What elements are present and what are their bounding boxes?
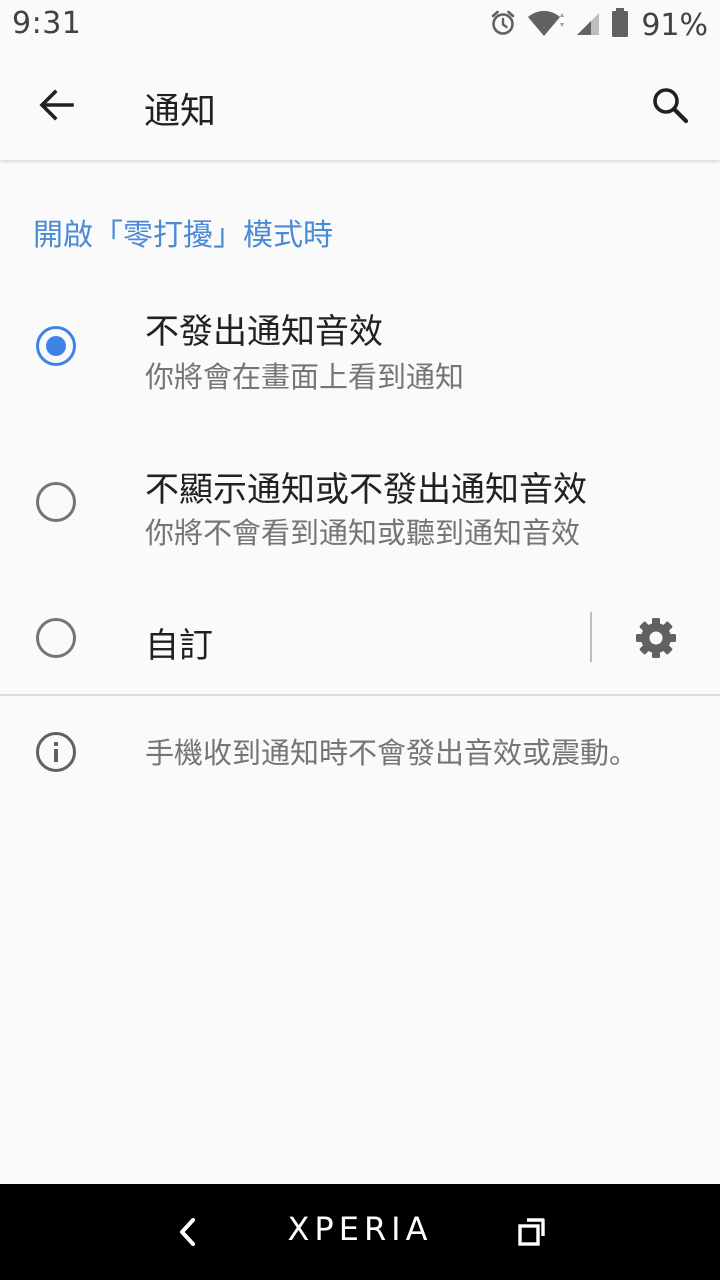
brand-logo: XPERIA	[287, 1210, 433, 1248]
page-title: 通知	[144, 91, 217, 132]
info-text: 手機收到通知時不會發出音效或震動。	[145, 736, 639, 770]
option-custom[interactable]: 自訂	[0, 598, 580, 678]
wifi-icon	[527, 9, 565, 41]
section-divider	[0, 694, 720, 696]
navigation-bar: XPERIA	[0, 1184, 720, 1280]
status-icons: 91%	[489, 7, 708, 43]
option-hide-notifications[interactable]: 不顯示通知或不發出通知音效 你將不會看到通知或聽到通知音效	[0, 446, 720, 566]
battery-percentage: 91%	[641, 7, 708, 43]
option-title: 不發出通知音效	[145, 312, 383, 352]
option-title: 自訂	[145, 626, 213, 666]
status-bar: 9:31 91%	[0, 0, 720, 50]
battery-icon	[611, 8, 629, 42]
search-button[interactable]	[642, 77, 698, 133]
status-time: 9:31	[12, 6, 82, 41]
option-subtitle: 你將會在畫面上看到通知	[145, 360, 465, 394]
radio-button[interactable]	[36, 618, 76, 658]
cell-signal-icon	[575, 9, 601, 41]
custom-settings-button[interactable]	[628, 612, 684, 664]
search-icon	[653, 88, 689, 124]
info-icon	[34, 730, 78, 774]
alarm-icon	[489, 9, 517, 41]
gear-icon	[636, 618, 676, 658]
section-header: 開啟「零打擾」模式時	[33, 218, 333, 253]
vertical-divider	[590, 612, 592, 662]
radio-button-selected[interactable]	[36, 326, 76, 366]
option-mute-sound[interactable]: 不發出通知音效 你將會在畫面上看到通知	[0, 290, 720, 410]
option-subtitle: 你將不會看到通知或聽到通知音效	[145, 516, 581, 550]
back-button[interactable]	[28, 77, 84, 133]
radio-button[interactable]	[36, 482, 76, 522]
app-bar: 通知	[0, 50, 720, 160]
arrow-back-icon	[39, 89, 74, 121]
recents-icon	[518, 1218, 545, 1246]
recents-button[interactable]	[512, 1212, 552, 1252]
option-title: 不顯示通知或不發出通知音效	[145, 470, 587, 510]
